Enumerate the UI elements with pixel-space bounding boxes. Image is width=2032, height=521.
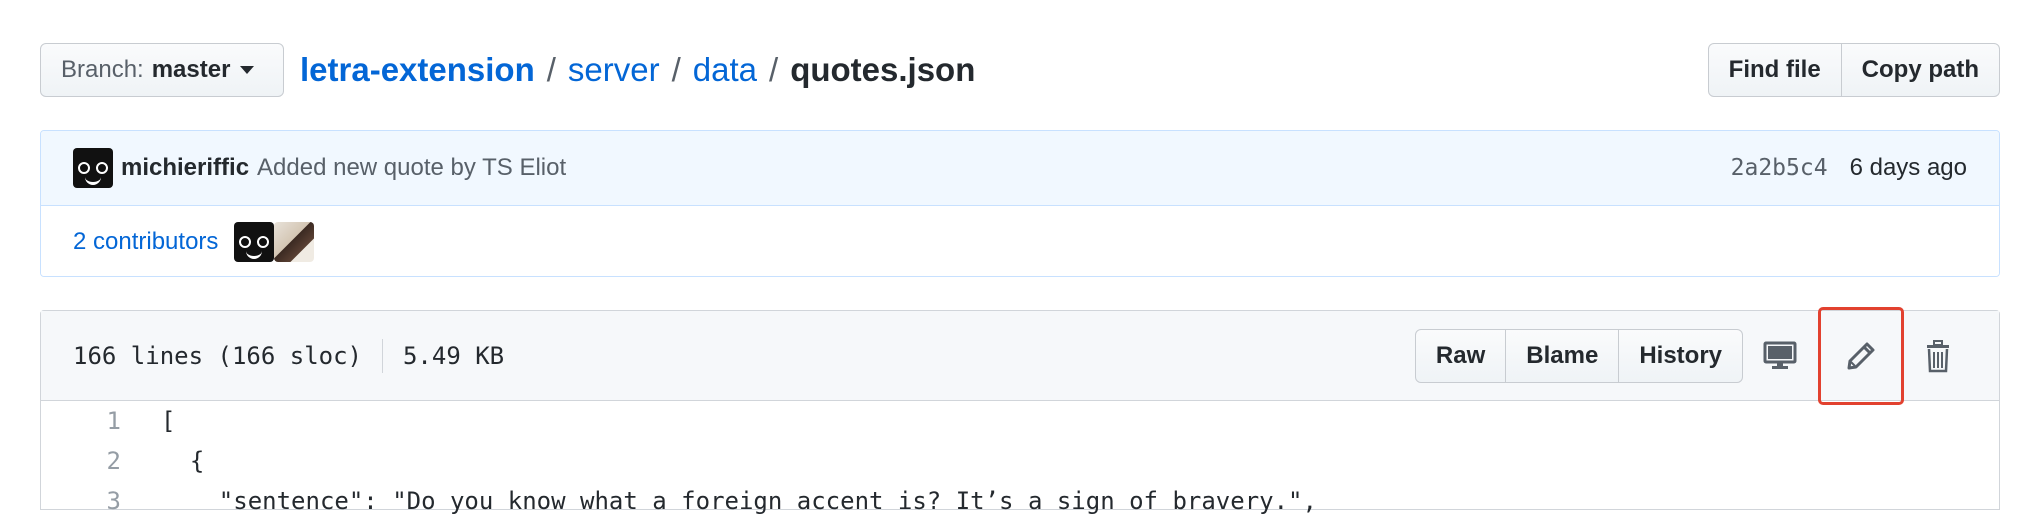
file-size: 5.49 KB bbox=[402, 341, 505, 370]
delete-file-button[interactable] bbox=[1909, 327, 1967, 385]
author-avatar[interactable] bbox=[73, 148, 113, 188]
commit-box: michieriffic Added new quote by TS Eliot… bbox=[40, 130, 2000, 277]
file-box: 166 lines (166 sloc) 5.49 KB Raw Blame H… bbox=[40, 306, 2000, 515]
raw-button[interactable]: Raw bbox=[1414, 328, 1507, 383]
edit-file-button[interactable] bbox=[1818, 306, 1904, 405]
breadcrumb-repo-link[interactable]: letra-extension bbox=[300, 51, 535, 89]
contributors-row: 2 contributors bbox=[41, 206, 1999, 276]
top-actions: Find file Copy path bbox=[1707, 43, 2000, 97]
breadcrumb-dir-server[interactable]: server bbox=[568, 51, 660, 89]
trash-icon bbox=[1927, 339, 1949, 372]
breadcrumb-file: quotes.json bbox=[790, 51, 976, 88]
file-info: 166 lines (166 sloc) 5.49 KB bbox=[73, 338, 505, 373]
pencil-icon bbox=[1847, 342, 1875, 369]
code-text: { bbox=[161, 447, 205, 475]
code-text: [ bbox=[161, 407, 176, 435]
history-button[interactable]: History bbox=[1619, 328, 1743, 383]
caret-down-icon bbox=[240, 66, 255, 74]
breadcrumb-separator: / bbox=[671, 51, 681, 88]
file-line-count: 166 lines (166 sloc) bbox=[73, 341, 362, 370]
commit-sha-link[interactable]: 2a2b5c4 bbox=[1731, 155, 1828, 181]
code-text: "sentence": "Do you know what a foreign … bbox=[161, 487, 1317, 515]
commit-author-link[interactable]: michieriffic bbox=[121, 154, 249, 182]
contributor-avatar[interactable] bbox=[274, 222, 315, 262]
desktop-icon bbox=[1763, 341, 1797, 369]
breadcrumb: letra-extension / server / data / quotes… bbox=[300, 48, 975, 92]
branch-selector[interactable]: Branch: master bbox=[40, 43, 284, 97]
blame-button[interactable]: Blame bbox=[1506, 328, 1620, 383]
commit-time: 6 days ago bbox=[1849, 154, 1967, 181]
latest-commit-row: michieriffic Added new quote by TS Eliot… bbox=[41, 131, 1999, 206]
branch-label: Branch: bbox=[61, 56, 144, 83]
breadcrumb-separator: / bbox=[769, 51, 779, 88]
copy-path-button[interactable]: Copy path bbox=[1841, 43, 2000, 97]
find-file-button[interactable]: Find file bbox=[1707, 43, 1842, 97]
line-number[interactable]: 3 bbox=[41, 487, 161, 515]
code-line: 3 "sentence": "Do you know what a foreig… bbox=[41, 481, 1999, 521]
breadcrumb-dir-data[interactable]: data bbox=[693, 51, 757, 89]
branch-value: master bbox=[151, 56, 231, 83]
contributors-link[interactable]: 2 contributors bbox=[73, 228, 218, 256]
file-header: 166 lines (166 sloc) 5.49 KB Raw Blame H… bbox=[41, 306, 1999, 405]
code-line: 2 { bbox=[41, 441, 1999, 481]
open-desktop-button[interactable] bbox=[1751, 327, 1809, 385]
line-number[interactable]: 2 bbox=[41, 447, 161, 475]
code-view: 1[2 {3 "sentence": "Do you know what a f… bbox=[41, 401, 1999, 521]
file-button-group: Raw Blame History bbox=[1414, 328, 1743, 383]
code-line: 1[ bbox=[41, 401, 1999, 441]
divider bbox=[381, 338, 383, 373]
commit-message-link[interactable]: Added new quote by TS Eliot bbox=[257, 154, 566, 182]
breadcrumb-separator: / bbox=[546, 51, 556, 88]
file-actions: Raw Blame History bbox=[1414, 306, 1967, 405]
line-number[interactable]: 1 bbox=[41, 407, 161, 435]
contributor-avatar[interactable] bbox=[234, 222, 275, 262]
